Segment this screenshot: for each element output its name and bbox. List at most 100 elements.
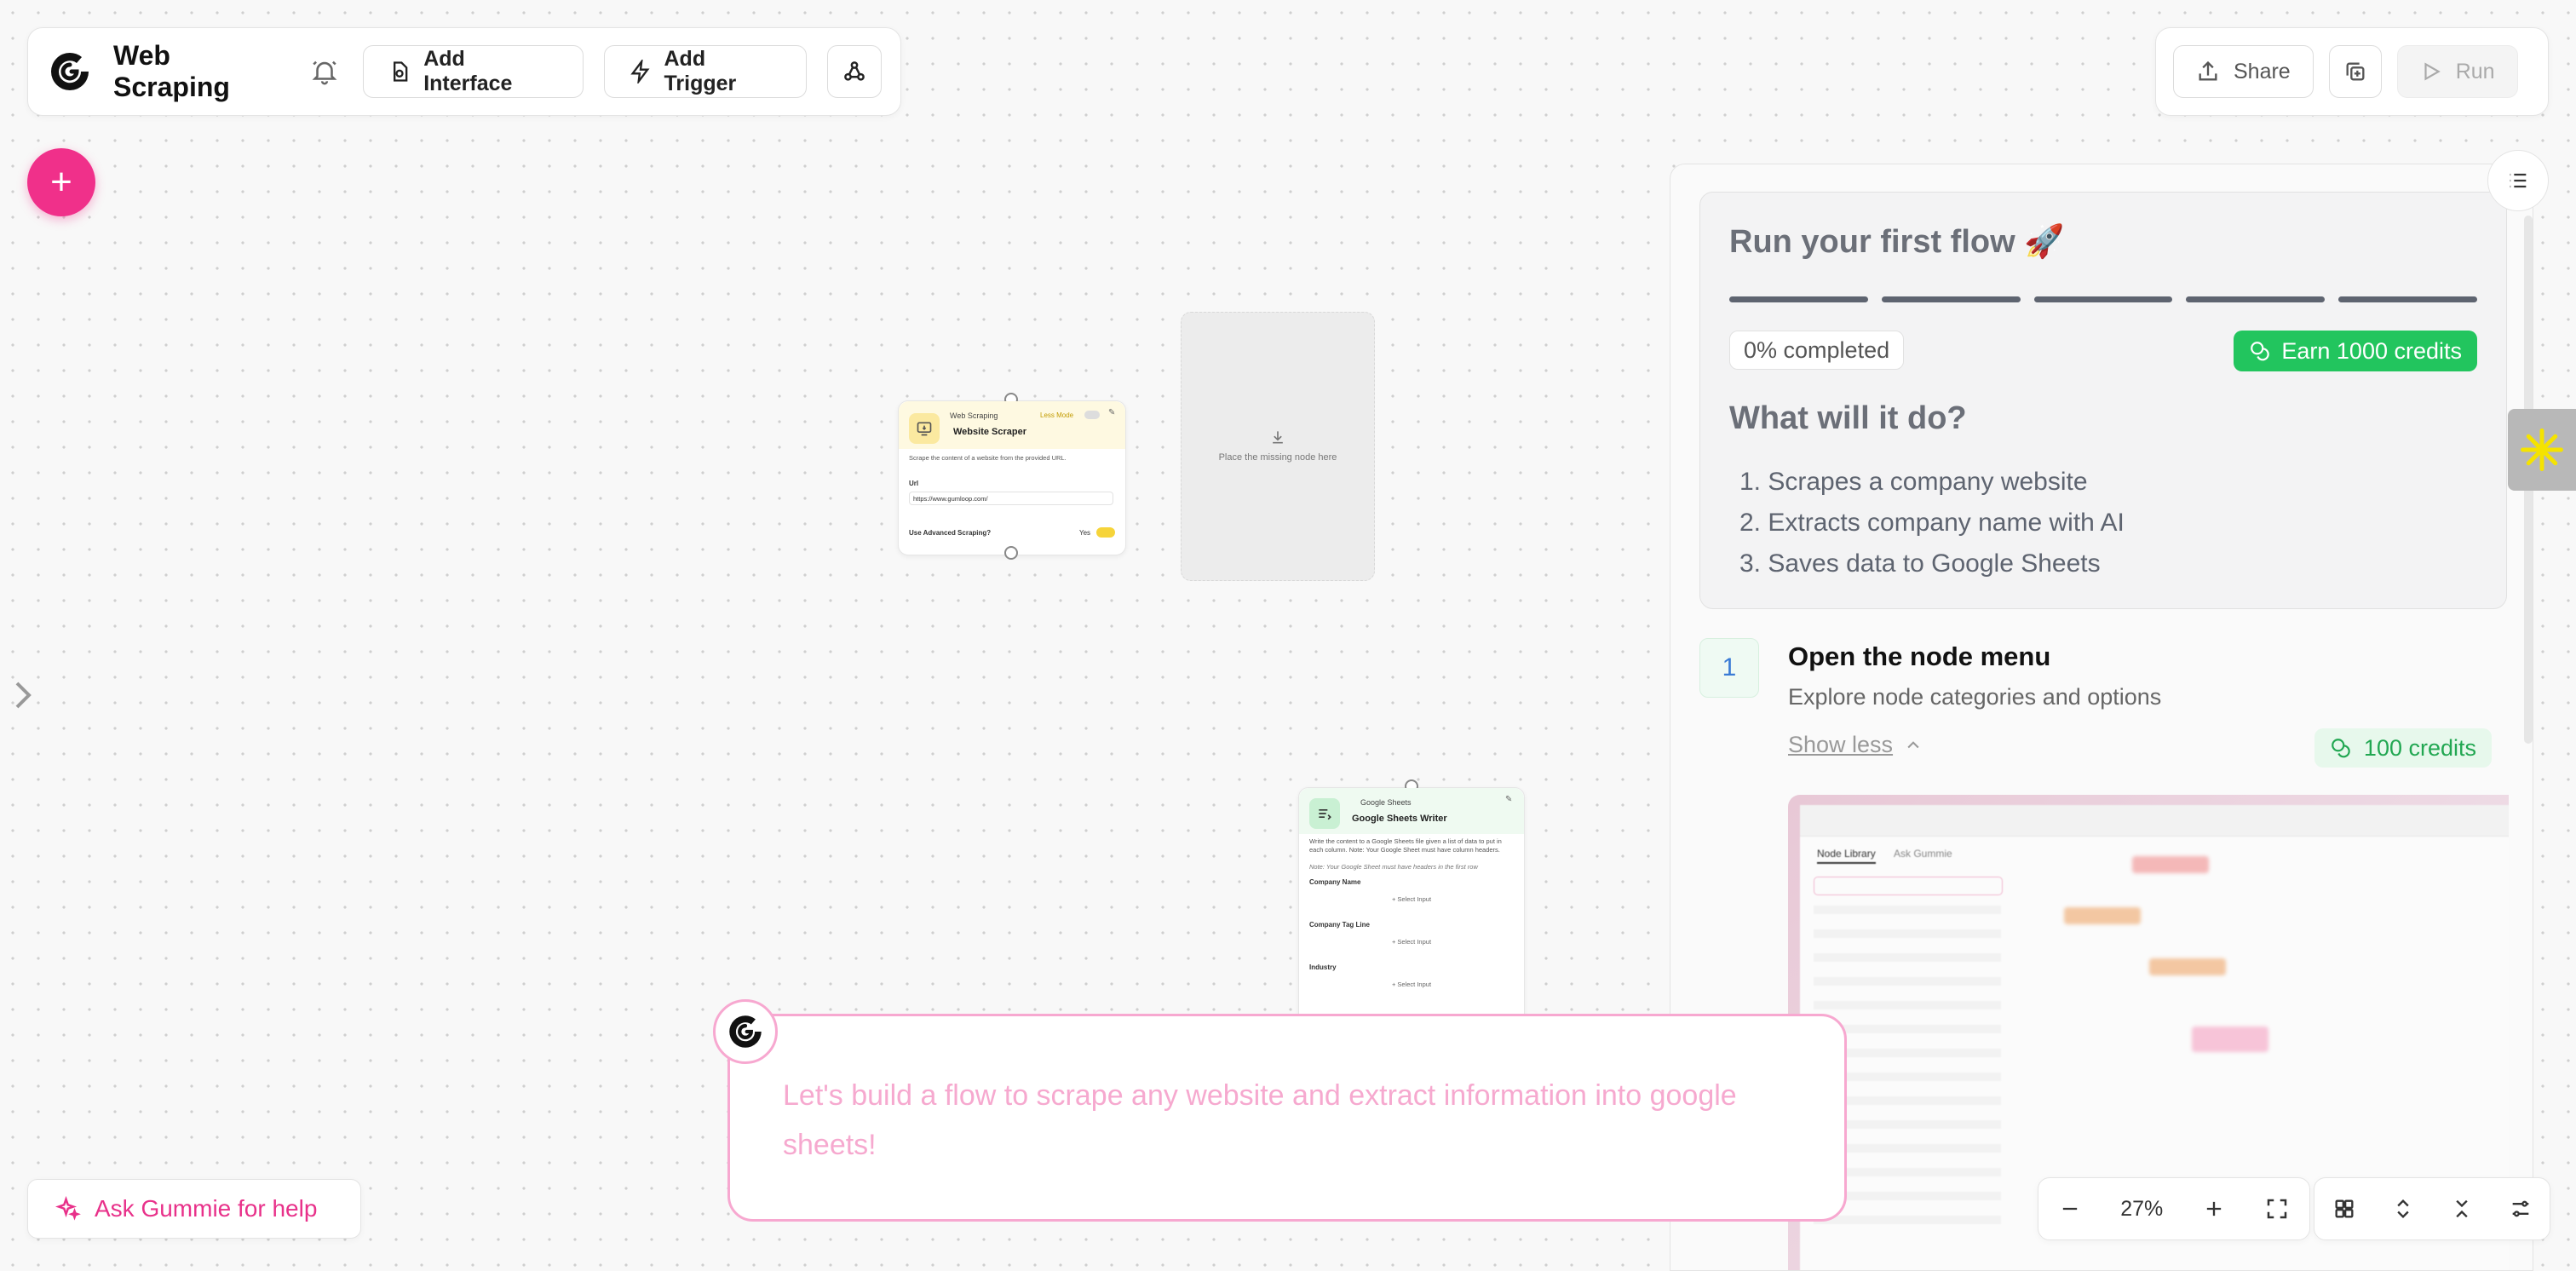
add-trigger-button[interactable]: Add Trigger <box>603 45 808 98</box>
advanced-scraping-label: Use Advanced Scraping? <box>909 529 992 537</box>
settings-sliders-button[interactable] <box>2509 1197 2533 1221</box>
add-interface-label: Add Interface <box>423 47 513 95</box>
zoom-out-button[interactable] <box>2058 1197 2082 1221</box>
preview-tab: Node Library <box>1817 848 1876 864</box>
step-credits-badge: 100 credits <box>2314 728 2492 768</box>
scraper-node-name: Website Scraper <box>953 427 1027 437</box>
preview-tab: Ask Gummie <box>1894 848 1952 860</box>
run-label: Run <box>2455 59 2495 83</box>
run-toolbar: Share Run <box>2155 27 2549 116</box>
progress-segment <box>2186 296 2326 302</box>
field-label: Company Name <box>1309 878 1361 886</box>
progress-text: 0% completed <box>1729 331 1905 370</box>
step-list-item: 1. Scrapes a company website <box>1739 468 2088 496</box>
show-less-toggle[interactable]: Show less <box>1788 732 1922 758</box>
collapse-all-button[interactable] <box>2450 1197 2474 1221</box>
run-button[interactable]: Run <box>2396 45 2518 98</box>
panel-list-toggle[interactable] <box>2487 150 2549 211</box>
select-input-button[interactable]: + Select Input <box>1309 977 1514 992</box>
coins-icon <box>2330 737 2352 759</box>
less-mode-toggle[interactable] <box>1084 411 1100 419</box>
onboarding-title: Run your first flow 🚀 <box>1729 224 2065 260</box>
sparkle-icon <box>2519 427 2565 473</box>
gummie-side-tab[interactable] <box>2508 409 2576 491</box>
progress-segment <box>1881 296 2021 302</box>
chevron-right-icon <box>12 678 36 712</box>
progress-segment <box>2033 296 2173 302</box>
sheets-node-icon <box>1309 798 1340 829</box>
gumloop-logo-icon[interactable] <box>47 49 93 95</box>
field-label: Industry <box>1309 963 1337 971</box>
scraper-mode-label: Less Mode <box>1040 411 1074 419</box>
share-label: Share <box>2234 59 2291 83</box>
advanced-scraping-value: Yes <box>1079 529 1091 537</box>
show-less-label: Show less <box>1788 732 1894 757</box>
duplicate-icon <box>2343 60 2367 83</box>
advanced-scraping-toggle[interactable] <box>1096 527 1115 538</box>
share-button[interactable]: Share <box>2173 45 2314 98</box>
edit-icon[interactable]: ✎ <box>1505 795 1512 804</box>
sheets-node-name: Google Sheets Writer <box>1352 814 1447 824</box>
step-title: Open the node menu <box>1788 641 2051 671</box>
google-sheets-writer-node[interactable]: Google Sheets ✎ Google Sheets Writer Wri… <box>1298 779 1525 1027</box>
output-handle[interactable] <box>1004 546 1018 560</box>
flow-toolbar: Web Scraping Add Interface Add Trigger <box>27 27 901 116</box>
edit-icon[interactable]: ✎ <box>1108 408 1115 417</box>
add-interface-button[interactable]: Add Interface <box>363 45 584 98</box>
placeholder-text: Place the missing node here <box>1218 452 1337 463</box>
earn-credits-badge: Earn 1000 credits <box>2234 331 2477 371</box>
coins-icon <box>2249 340 2271 362</box>
plus-icon: + <box>50 161 72 203</box>
sheets-category: Google Sheets <box>1360 798 1412 807</box>
ask-gummie-label: Ask Gummie for help <box>95 1195 318 1222</box>
sparkle-icon <box>55 1196 81 1222</box>
gummie-chat-bubble: Let's build a flow to scrape any website… <box>713 999 1847 1222</box>
sheets-description: Write the content to a Google Sheets fil… <box>1309 837 1502 854</box>
website-scraper-node[interactable]: Web Scraping Less Mode ✎ Website Scraper… <box>898 393 1126 560</box>
progress-bar <box>1729 296 2477 302</box>
step-list-item: 2. Extracts company name with AI <box>1739 509 2125 537</box>
zoom-controls: 27% <box>2038 1177 2310 1240</box>
select-input-button[interactable]: + Select Input <box>1309 935 1514 950</box>
gumloop-logo-icon <box>726 1012 765 1051</box>
share-icon <box>2196 60 2220 83</box>
ask-gummie-button[interactable]: Ask Gummie for help <box>27 1179 361 1239</box>
interface-icon <box>388 60 411 83</box>
progress-segment <box>1729 296 1868 302</box>
step-credits-label: 100 credits <box>2363 734 2476 761</box>
step-list-item: 3. Saves data to Google Sheets <box>1739 549 2101 578</box>
zoom-in-button[interactable] <box>2202 1197 2226 1221</box>
zoom-level: 27% <box>2120 1196 2164 1221</box>
webhook-icon <box>842 59 867 84</box>
expand-sidebar-button[interactable] <box>12 678 36 712</box>
url-label: Url <box>909 480 919 487</box>
webhook-button[interactable] <box>827 45 882 98</box>
field-label: Company Tag Line <box>1309 921 1370 929</box>
scraper-category: Web Scraping <box>950 411 998 420</box>
scraper-node-icon <box>909 413 940 444</box>
scraper-description: Scrape the content of a website from the… <box>909 454 1067 462</box>
progress-segment <box>2338 296 2477 302</box>
grid-layout-button[interactable] <box>2332 1197 2356 1221</box>
list-icon <box>2506 169 2530 193</box>
missing-node-placeholder[interactable]: Place the missing node here <box>1181 312 1375 581</box>
step-number: 1 <box>1699 638 1759 698</box>
fullscreen-button[interactable] <box>2264 1196 2290 1222</box>
earn-credits-label: Earn 1000 credits <box>2281 337 2462 364</box>
lightning-icon <box>629 60 653 83</box>
expand-all-button[interactable] <box>2391 1197 2415 1221</box>
duplicate-button[interactable] <box>2328 45 2382 98</box>
select-input-button[interactable]: + Select Input <box>1309 892 1514 907</box>
view-controls <box>2314 1177 2550 1240</box>
bell-icon[interactable] <box>310 57 339 86</box>
url-input[interactable]: https://www.gumloop.com/ <box>909 492 1113 505</box>
gummie-avatar <box>713 999 778 1064</box>
add-node-button[interactable]: + <box>27 148 95 216</box>
download-icon <box>1269 428 1286 446</box>
sheets-note: Note: Your Google Sheet must have header… <box>1309 863 1478 871</box>
what-will-it-do-heading: What will it do? <box>1729 400 1967 436</box>
play-icon <box>2420 60 2442 83</box>
step-description: Explore node categories and options <box>1788 684 2162 710</box>
chevron-up-icon <box>1905 737 1922 754</box>
flow-title[interactable]: Web Scraping <box>113 40 293 103</box>
